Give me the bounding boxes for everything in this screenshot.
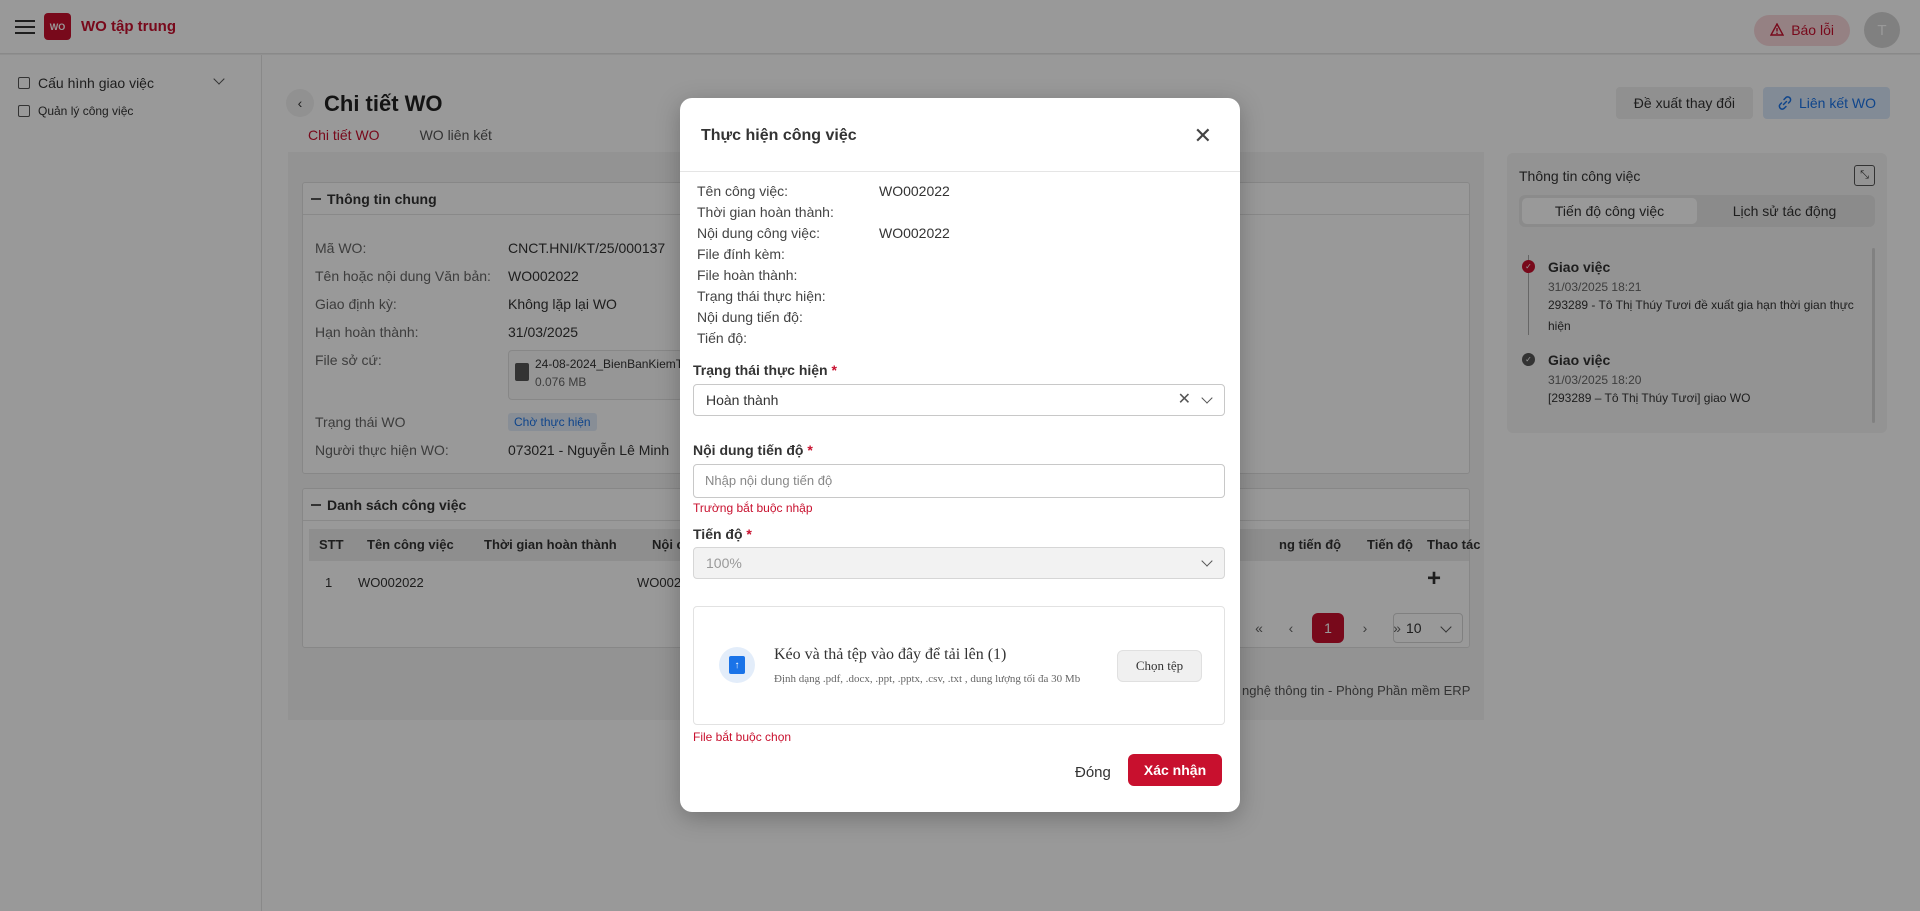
detail-value: WO002022	[879, 183, 950, 199]
detail-label: Thời gian hoàn thành:	[697, 204, 834, 220]
detail-label: Nội dung công việc:	[697, 225, 820, 241]
detail-label: Trạng thái thực hiện:	[697, 288, 826, 304]
status-select[interactable]: Hoàn thành ✕	[693, 384, 1225, 416]
close-button[interactable]: Đóng	[1075, 764, 1111, 781]
modal-divider	[680, 171, 1240, 172]
confirm-button[interactable]: Xác nhận	[1128, 754, 1222, 786]
detail-label: File đính kèm:	[697, 246, 785, 262]
chevron-down-icon	[1201, 555, 1213, 567]
detail-label: File hoàn thành:	[697, 267, 798, 283]
status-field-label-text: Trạng thái thực hiện	[693, 362, 828, 378]
upload-icon: ↑	[719, 647, 755, 683]
progress-label: Tiến độ *	[693, 526, 752, 542]
close-icon[interactable]: ✕	[1194, 123, 1212, 149]
progress-content-label-text: Nội dung tiến độ	[693, 442, 804, 458]
status-select-value: Hoàn thành	[706, 392, 779, 408]
drop-zone-hint: Định dạng .pdf, .docx, .ppt, .pptx, .csv…	[774, 673, 1081, 685]
modal-title: Thực hiện công việc	[701, 127, 857, 144]
progress-label-text: Tiến độ	[693, 526, 743, 542]
file-error: File bắt buộc chọn	[693, 730, 792, 744]
progress-content-label: Nội dung tiến độ *	[693, 442, 813, 458]
progress-select[interactable]: 100%	[693, 547, 1225, 579]
perform-task-modal: Thực hiện công việc ✕ Tên công việc: WO0…	[680, 98, 1240, 812]
progress-select-value: 100%	[706, 555, 742, 571]
progress-content-input[interactable]	[693, 464, 1225, 498]
choose-file-button[interactable]: Chọn tệp	[1117, 650, 1202, 682]
chevron-down-icon	[1201, 392, 1213, 404]
detail-label: Tiến độ:	[697, 330, 748, 346]
required-marker: *	[831, 362, 837, 378]
progress-content-error: Trường bắt buộc nhập	[693, 501, 813, 515]
status-field-label: Trạng thái thực hiện *	[693, 362, 837, 378]
drop-zone-title: Kéo và thả tệp vào đây để tải lên (1)	[774, 646, 1007, 663]
clear-icon[interactable]: ✕	[1178, 389, 1191, 409]
detail-value: WO002022	[879, 225, 950, 241]
detail-label: Tên công việc:	[697, 183, 789, 199]
required-marker: *	[746, 526, 752, 542]
required-marker: *	[807, 442, 813, 458]
upload-arrow-icon: ↑	[729, 656, 745, 674]
detail-label: Nội dung tiến độ:	[697, 309, 803, 325]
file-drop-zone[interactable]: ↑ Kéo và thả tệp vào đây để tải lên (1) …	[693, 606, 1225, 725]
